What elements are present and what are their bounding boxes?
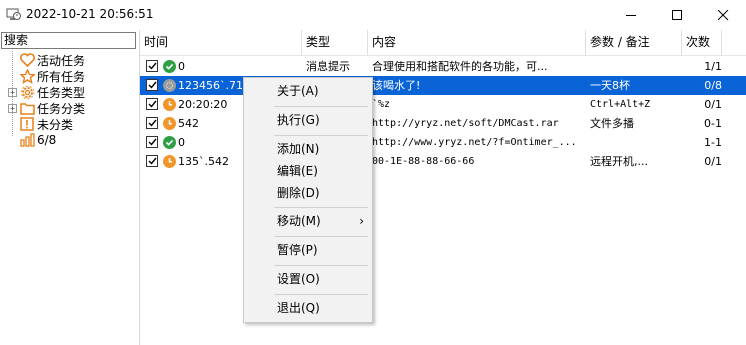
context-menu: 关于(A) 执行(G) 添加(N) 编辑(E) 删除(D) 移动(M) › 暂停(… bbox=[243, 77, 373, 323]
menu-separator bbox=[274, 207, 368, 208]
search-label[interactable]: 搜索 bbox=[1, 32, 136, 49]
check-status-icon bbox=[163, 136, 176, 149]
params-cell: Ctrl+Alt+Z bbox=[590, 99, 651, 110]
minimize-button[interactable] bbox=[608, 0, 654, 30]
disabled-status-icon bbox=[163, 79, 176, 92]
menu-separator bbox=[274, 236, 368, 237]
count-cell: 0/1 bbox=[704, 98, 722, 111]
bar-chart-icon bbox=[19, 132, 35, 148]
tree-item-task-types[interactable]: + 任务类型 bbox=[8, 84, 85, 100]
maximize-icon bbox=[671, 9, 682, 20]
content-cell: http://yryz.net/soft/DMCast.rar bbox=[372, 118, 559, 129]
params-cell: 文件多播 bbox=[590, 117, 634, 130]
star-icon bbox=[19, 68, 35, 84]
table-row[interactable]: 0 http://www.yryz.net/?f=Ontimer_... 1-1 bbox=[140, 133, 746, 152]
table-row[interactable]: 20:20:20 `%z Ctrl+Alt+Z 0/1 bbox=[140, 95, 746, 114]
menu-item-edit[interactable]: 编辑(E) bbox=[244, 160, 372, 182]
check-status-icon bbox=[163, 60, 176, 73]
exclamation-icon bbox=[19, 116, 35, 132]
tree-item-all-tasks[interactable]: 所有任务 bbox=[8, 68, 85, 84]
table-row[interactable]: 0 消息提示 合理使用和搭配软件的各功能，可... 1/1 bbox=[140, 57, 746, 76]
window-title: 2022-10-21 20:56:51 bbox=[26, 7, 154, 21]
column-header-count[interactable]: 次数 bbox=[682, 30, 722, 55]
content-cell: 00-1E-88-88-66-66 bbox=[372, 156, 475, 167]
params-cell bbox=[590, 133, 680, 152]
count-cell: 1/1 bbox=[704, 60, 722, 73]
clock-status-icon bbox=[163, 117, 176, 130]
count-cell: 1-1 bbox=[704, 136, 722, 149]
folder-icon bbox=[19, 100, 35, 116]
clock-status-icon bbox=[163, 155, 176, 168]
content-cell: `%z bbox=[372, 99, 391, 110]
menu-item-add[interactable]: 添加(N) bbox=[244, 138, 372, 160]
minimize-icon bbox=[625, 14, 636, 16]
app-icon bbox=[6, 8, 21, 20]
menu-item-move[interactable]: 移动(M) › bbox=[244, 210, 372, 232]
task-tree-panel: 搜索 活动任务 所有任务 + 任务类型 + 任务分类 未分类 6/8 bbox=[0, 31, 139, 345]
params-cell bbox=[590, 57, 680, 76]
enable-checkbox[interactable] bbox=[146, 60, 158, 72]
close-button[interactable] bbox=[700, 0, 746, 30]
menu-separator bbox=[274, 265, 368, 266]
enable-checkbox[interactable] bbox=[146, 117, 158, 129]
table-row[interactable]: 135`.542 00-1E-88-88-66-66 远程开机,... 0/1 bbox=[140, 152, 746, 171]
enable-checkbox[interactable] bbox=[146, 155, 158, 167]
tree-item-uncategorized[interactable]: 未分类 bbox=[8, 116, 73, 132]
tree-item-active-tasks[interactable]: 活动任务 bbox=[8, 52, 85, 68]
column-header-params[interactable]: 参数 / 备注 bbox=[586, 30, 682, 55]
menu-item-about[interactable]: 关于(A) bbox=[244, 80, 372, 102]
tree-item-task-categories[interactable]: + 任务分类 bbox=[8, 100, 85, 116]
clock-status-icon bbox=[163, 98, 176, 111]
params-cell: 一天8杯 bbox=[590, 79, 630, 92]
content-cell: http://www.yryz.net/?f=Ontimer_... bbox=[372, 137, 577, 148]
content-cell: 该喝水了! bbox=[372, 79, 421, 92]
header-divider bbox=[140, 55, 746, 56]
menu-item-settings[interactable]: 设置(O) bbox=[244, 268, 372, 290]
count-cell: 0/1 bbox=[704, 155, 722, 168]
type-cell: 消息提示 bbox=[306, 60, 350, 73]
submenu-arrow-icon: › bbox=[359, 214, 364, 228]
menu-item-delete[interactable]: 删除(D) bbox=[244, 182, 372, 204]
close-icon bbox=[717, 9, 728, 20]
expand-icon[interactable]: + bbox=[8, 103, 17, 113]
heart-icon bbox=[19, 52, 35, 68]
menu-item-exit[interactable]: 退出(Q) bbox=[244, 297, 372, 319]
column-header-content[interactable]: 内容 bbox=[368, 30, 586, 55]
menu-item-pause[interactable]: 暂停(P) bbox=[244, 239, 372, 261]
maximize-button[interactable] bbox=[654, 0, 700, 30]
menu-item-execute[interactable]: 执行(G) bbox=[244, 109, 372, 131]
menu-separator bbox=[274, 135, 368, 136]
count-cell: 0/8 bbox=[704, 79, 722, 92]
params-cell: 远程开机,... bbox=[590, 155, 648, 168]
column-header-time[interactable]: 时间 bbox=[140, 30, 302, 55]
task-grid: 时间 类型 内容 参数 / 备注 次数 0 消息提示 合理使用和搭配软件的各功能，可… bbox=[140, 30, 746, 345]
gear-icon bbox=[19, 84, 35, 100]
menu-separator bbox=[274, 106, 368, 107]
time-cell: 0 bbox=[178, 60, 185, 73]
column-header-type[interactable]: 类型 bbox=[302, 30, 368, 55]
table-row[interactable]: 542 http://yryz.net/soft/DMCast.rar 文件多播 0-… bbox=[140, 114, 746, 133]
tree-item-stats[interactable]: 6/8 bbox=[8, 132, 56, 148]
count-cell: 0-1 bbox=[704, 117, 722, 130]
title-bar: 2022-10-21 20:56:51 bbox=[0, 0, 746, 30]
expand-icon[interactable]: + bbox=[8, 87, 17, 97]
enable-checkbox[interactable] bbox=[146, 98, 158, 110]
content-cell: 合理使用和搭配软件的各功能，可... bbox=[372, 60, 548, 73]
enable-checkbox[interactable] bbox=[146, 136, 158, 148]
table-row[interactable]: 123456`.714消息提示该喝水了!一天8杯0/8 bbox=[140, 76, 746, 95]
enable-checkbox[interactable] bbox=[146, 79, 158, 91]
menu-separator bbox=[274, 294, 368, 295]
